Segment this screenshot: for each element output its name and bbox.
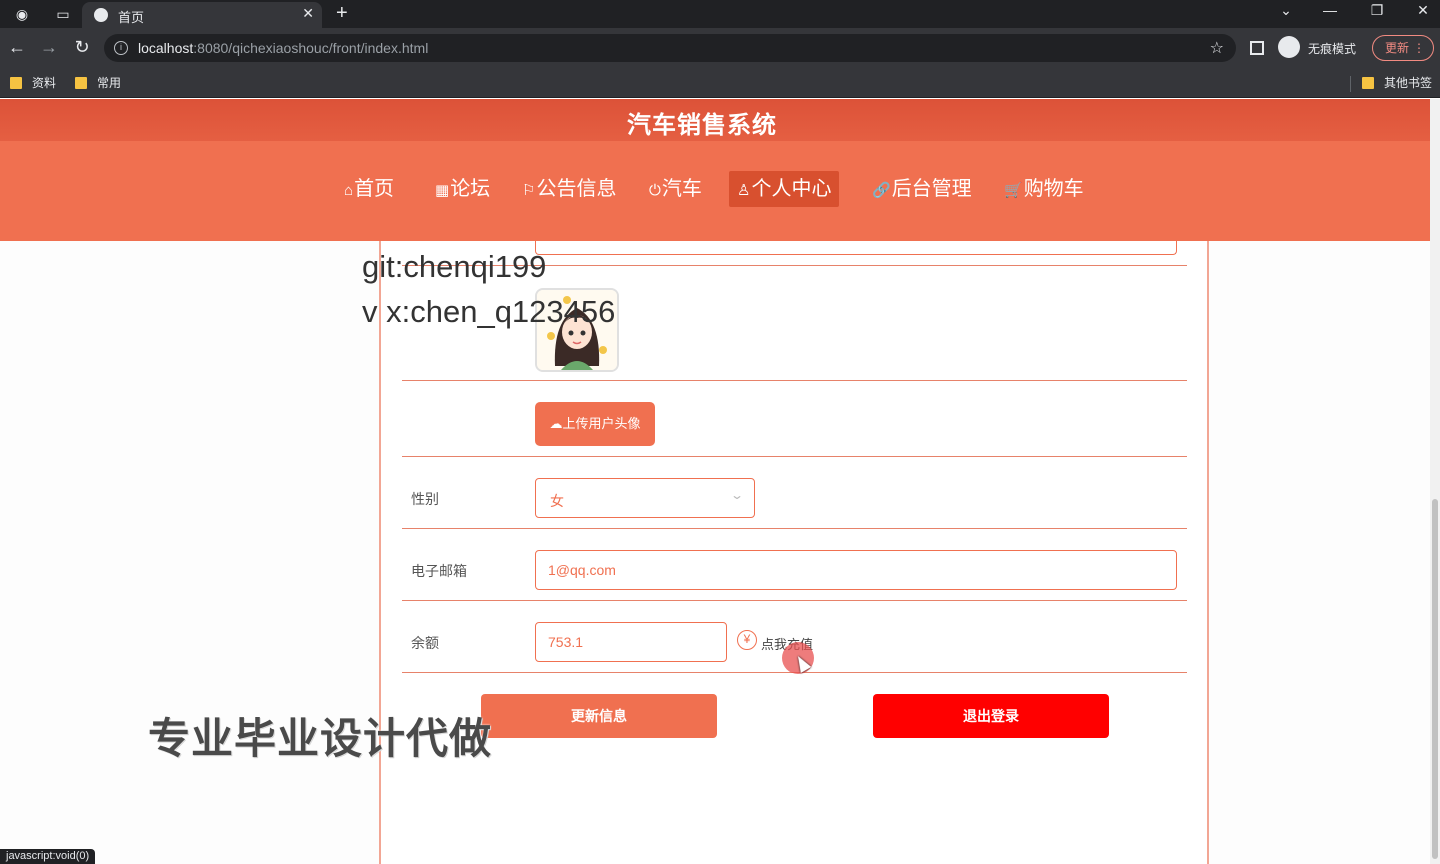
site-info-icon[interactable]: i (114, 41, 128, 55)
bookmarks-divider (1350, 76, 1351, 92)
incognito-icon (1278, 36, 1300, 58)
email-field[interactable] (535, 550, 1177, 590)
nav-admin-label: 后台管理 (891, 178, 972, 200)
gender-select[interactable]: 女 ⌄ (535, 478, 755, 518)
nav-cars[interactable]: ⏻汽车 (641, 171, 710, 207)
promo-watermark: 专业毕业设计代做 (148, 715, 493, 762)
row-divider (402, 380, 1187, 381)
browser-profile-icon[interactable]: ◉ (11, 4, 33, 24)
tab-close-icon[interactable]: ✕ (302, 5, 314, 22)
nav-forum-label: 论坛 (450, 178, 491, 200)
tab-search-icon[interactable]: ▭ (52, 4, 74, 24)
watermark-git: git:chenqi199 (362, 249, 547, 284)
browser-update-button[interactable]: 更新 ⋮ (1372, 35, 1434, 61)
power-icon: ⏻ (649, 182, 661, 199)
reload-button[interactable]: ↻ (70, 37, 94, 58)
forward-button[interactable]: → (37, 37, 61, 58)
more-menu-icon[interactable]: ⋮ (1413, 36, 1425, 60)
flag-icon: ⚐ (522, 182, 536, 199)
new-tab-button[interactable]: + (336, 2, 348, 25)
page-viewport: ☁上传用户头像 性别 女 ⌄ 电子邮箱 余额 ¥ 点我充值 更新信息 退出登录 … (0, 99, 1430, 864)
nav-personal-center-label: 个人中心 (751, 178, 832, 200)
url-host: localhost (138, 40, 194, 56)
gender-label: 性别 (411, 491, 439, 507)
row-divider (402, 600, 1187, 601)
status-bar-url: javascript:void(0) (0, 849, 96, 864)
minimize-button[interactable]: — (1318, 2, 1342, 18)
url-text: localhost:8080/qichexiaoshouc/front/inde… (138, 40, 428, 56)
title-band: 汽车销售系统 (0, 99, 1430, 141)
bookmark-star-icon[interactable]: ☆ (1210, 38, 1224, 58)
nav-cart[interactable]: 🛒购物车 (996, 171, 1092, 207)
nav-admin[interactable]: 🔗后台管理 (864, 171, 980, 207)
scrollbar-thumb[interactable] (1432, 499, 1438, 859)
site-title: 汽车销售系统 (627, 112, 777, 139)
other-bookmarks-label: 其他书签 (1384, 76, 1433, 90)
tab-list-chevron-icon[interactable]: ⌄ (1274, 2, 1298, 19)
profile-form-card: ☁上传用户头像 性别 女 ⌄ 电子邮箱 余额 ¥ 点我充值 更新信息 退出登录 (379, 237, 1209, 864)
update-label: 更新 (1385, 41, 1410, 55)
gender-selected-value: 女 (550, 493, 564, 509)
upload-avatar-label: 上传用户头像 (562, 416, 641, 431)
bookmark-label: 资料 (32, 76, 57, 90)
bookmark-folder-2[interactable]: 常用 (75, 74, 121, 92)
nav-home[interactable]: ⌂首页 (336, 171, 402, 207)
balance-field[interactable] (535, 622, 727, 662)
bookmark-label: 常用 (97, 76, 122, 90)
close-window-button[interactable]: ✕ (1411, 2, 1435, 19)
row-divider (402, 456, 1187, 457)
chevron-down-icon: ⌄ (729, 488, 745, 502)
home-icon: ⌂ (344, 182, 354, 199)
update-info-button[interactable]: 更新信息 (481, 694, 717, 738)
email-label: 电子邮箱 (411, 563, 467, 579)
yen-icon[interactable]: ¥ (737, 630, 757, 650)
nav-cart-label: 购物车 (1023, 178, 1084, 200)
site-header: 汽车销售系统 ⌂首页 ▦论坛 ⚐公告信息 ⏻汽车 ♙个人中心 🔗后台管理 🛒购物… (0, 99, 1430, 241)
cart-icon: 🛒 (1004, 182, 1023, 199)
globe-icon (94, 8, 108, 22)
browser-toolbar: ← → ↻ i localhost:8080/qichexiaoshouc/fr… (0, 28, 1440, 68)
restore-button[interactable]: ❐ (1365, 2, 1389, 19)
side-panel-icon[interactable] (1250, 41, 1264, 55)
grid-icon: ▦ (435, 182, 450, 199)
other-bookmarks[interactable]: 其他书签 (1362, 74, 1432, 92)
main-nav: ⌂首页 ▦论坛 ⚐公告信息 ⏻汽车 ♙个人中心 🔗后台管理 🛒购物车 (0, 171, 1430, 207)
logout-button[interactable]: 退出登录 (873, 694, 1109, 738)
browser-tab-home[interactable]: 首页 ✕ (82, 2, 322, 28)
url-path: :8080/qichexiaoshouc/front/index.html (193, 40, 429, 56)
cloud-upload-icon: ☁ (549, 416, 563, 431)
folder-icon (1362, 77, 1374, 89)
folder-icon (75, 77, 87, 89)
row-divider (402, 528, 1187, 529)
page-scrollbar[interactable] (1430, 99, 1440, 864)
watermark-wechat: v x:chen_q123456 (362, 294, 616, 329)
back-button[interactable]: ← (5, 37, 29, 58)
nav-home-label: 首页 (354, 178, 395, 200)
address-bar[interactable]: i localhost:8080/qichexiaoshouc/front/in… (104, 34, 1236, 62)
bookmark-folder-1[interactable]: 资料 (10, 74, 56, 92)
browser-tab-strip: ◉ ▭ 首页 ✕ + ⌄ — ❐ ✕ (0, 0, 1440, 28)
link-icon: 🔗 (872, 182, 891, 199)
nav-forum[interactable]: ▦论坛 (427, 171, 498, 207)
nav-personal-center[interactable]: ♙个人中心 (729, 171, 840, 207)
upload-avatar-button[interactable]: ☁上传用户头像 (535, 402, 655, 446)
nav-cars-label: 汽车 (661, 178, 702, 200)
user-icon: ♙ (737, 182, 751, 199)
balance-label: 余额 (411, 635, 439, 651)
tab-title: 首页 (118, 10, 145, 25)
folder-icon (10, 77, 22, 89)
incognito-label: 无痕模式 (1308, 42, 1357, 56)
nav-announcements[interactable]: ⚐公告信息 (514, 171, 624, 207)
bookmarks-bar: 资料 常用 其他书签 (0, 68, 1440, 98)
nav-announcements-label: 公告信息 (536, 178, 617, 200)
